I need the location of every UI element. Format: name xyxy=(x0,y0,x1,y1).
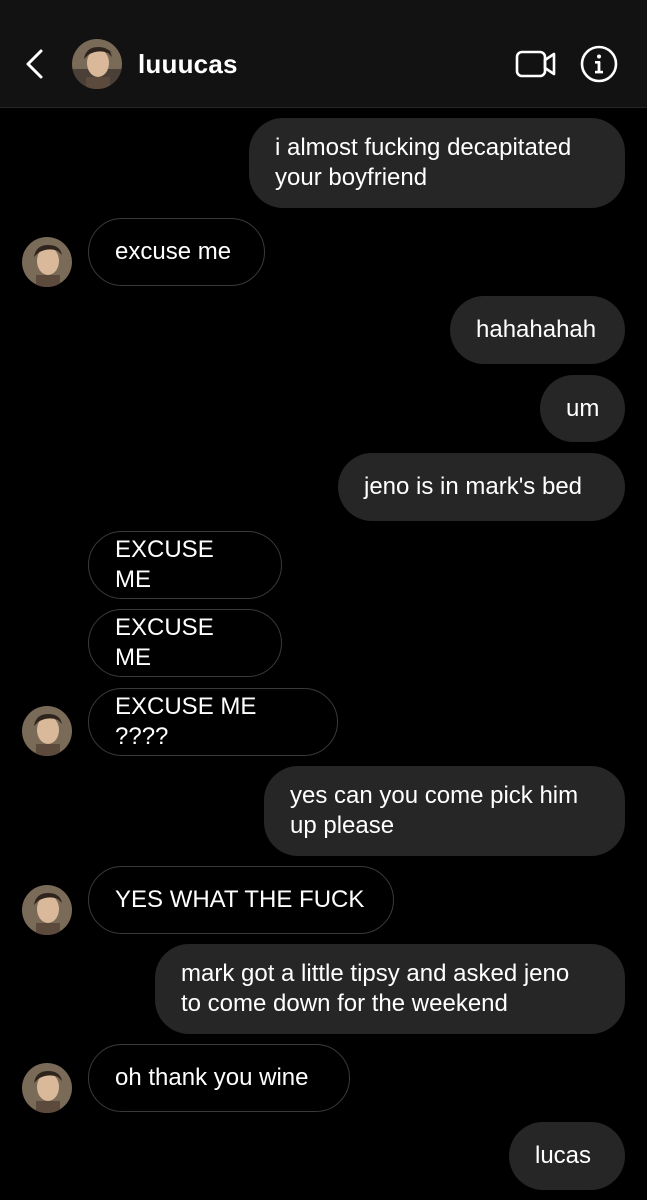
sender-avatar xyxy=(22,1063,72,1113)
message-received[interactable]: EXCUSE ME xyxy=(88,609,282,677)
video-call-button[interactable] xyxy=(514,46,558,82)
chevron-left-icon xyxy=(26,49,43,79)
info-icon xyxy=(580,45,618,83)
message-received[interactable]: oh thank you wine xyxy=(88,1044,350,1112)
sender-avatar xyxy=(22,885,72,935)
message-sent[interactable]: jeno is in mark's bed xyxy=(338,453,625,521)
message-sent[interactable]: hahahahah xyxy=(450,296,625,364)
contact-username[interactable]: luuucas xyxy=(138,48,238,80)
video-camera-icon xyxy=(515,50,556,78)
chat-header: luuucas xyxy=(0,0,647,108)
message-sent[interactable]: lucas xyxy=(509,1122,625,1190)
sender-avatar xyxy=(22,706,72,756)
back-button[interactable] xyxy=(18,44,52,84)
sender-avatar xyxy=(22,237,72,287)
message-sent[interactable]: um xyxy=(540,375,625,442)
message-received[interactable]: excuse me xyxy=(88,218,265,286)
message-sent[interactable]: yes can you come pick him up please xyxy=(264,766,625,856)
info-button[interactable] xyxy=(579,44,619,84)
message-received[interactable]: EXCUSE ME ???? xyxy=(88,688,338,756)
message-received[interactable]: YES WHAT THE FUCK xyxy=(88,866,394,934)
message-received[interactable]: EXCUSE ME xyxy=(88,531,282,599)
message-sent[interactable]: mark got a little tipsy and asked jeno t… xyxy=(155,944,625,1034)
contact-avatar[interactable] xyxy=(72,39,122,89)
message-sent[interactable]: i almost fucking decapitated your boyfri… xyxy=(249,118,625,208)
